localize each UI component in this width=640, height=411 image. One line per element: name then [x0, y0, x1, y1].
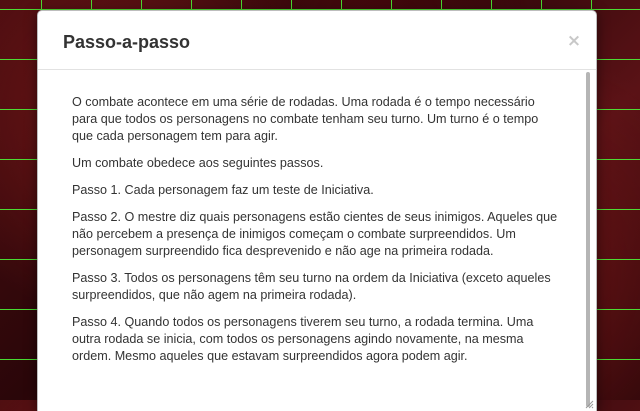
dialog-body: O combate acontece em uma série de rodad… [38, 70, 596, 411]
scrollbar-thumb[interactable] [586, 72, 590, 407]
paragraph-step-2: Passo 2. O mestre diz quais personagens … [72, 210, 558, 258]
dialog-header: Passo-a-passo × [38, 11, 596, 70]
paragraph-step-3: Passo 3. Todos os personagens têm seu tu… [72, 271, 551, 302]
resize-handle-icon[interactable] [584, 399, 594, 409]
paragraph-steps-intro: Um combate obedece aos seguintes passos. [72, 156, 324, 170]
paragraph-step-4: Passo 4. Quando todos os personagens tiv… [72, 315, 534, 363]
close-icon[interactable]: × [566, 31, 582, 51]
vertical-scrollbar[interactable] [584, 72, 592, 411]
paragraph-step-1: Passo 1. Cada personagem faz um teste de… [72, 183, 374, 197]
step-by-step-dialog: Passo-a-passo × O combate acontece em um… [37, 10, 597, 411]
dialog-content: O combate acontece em uma série de rodad… [72, 94, 558, 375]
paragraph-intro: O combate acontece em uma série de rodad… [72, 95, 539, 143]
dialog-title: Passo-a-passo [63, 32, 191, 52]
